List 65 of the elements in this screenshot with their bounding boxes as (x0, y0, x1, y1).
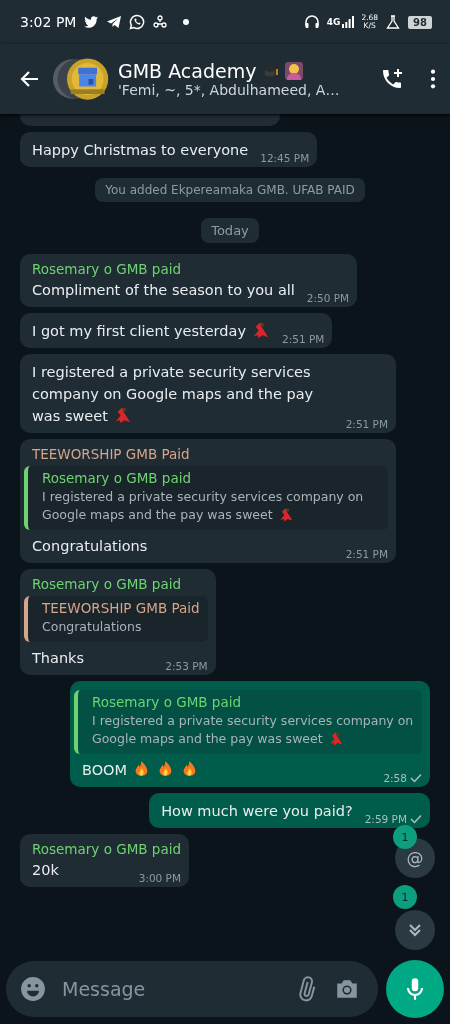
message-text: I got my first client yesterday (32, 320, 270, 342)
message-bubble[interactable]: How much were you paid? 2:59 PM (149, 793, 430, 828)
chat-bubble-icon (129, 14, 146, 30)
message-time: 3:00 PM (138, 872, 181, 884)
message-bubble[interactable]: I got my first client yesterday 2:51 PM (20, 313, 333, 348)
sender-name: TEEWORSHIP GMB Paid (32, 446, 191, 463)
dot-icon (183, 19, 190, 25)
sender-name: Rosemary o GMB paid (32, 576, 182, 593)
network-type: 4G (326, 17, 341, 27)
quoted-message[interactable]: Rosemary o GMB paid I registered a private security services company on Google maps and the pay was sweet (74, 690, 422, 754)
add-call-icon[interactable] (380, 67, 404, 91)
voice-message-button[interactable] (386, 960, 444, 1018)
system-message: You added Ekpereamaka GMB. UFAB PAID (95, 178, 365, 202)
emoji-icon[interactable] (20, 976, 46, 1002)
message-bubble[interactable]: Rosemary o GMB paid 20k 3:00 PM (20, 834, 189, 887)
bird-icon (83, 14, 100, 30)
network-icon (152, 14, 169, 30)
person-figure-icon (284, 61, 305, 81)
message-time: 2:51 PM (345, 548, 388, 560)
message-text: Congratulations (32, 537, 148, 556)
quoted-message[interactable]: TEEWORSHIP GMB Paid Congratulations (24, 596, 208, 642)
quoted-message[interactable]: Rosemary o GMB paid I registered a private security services company on Google maps and the pay was sweet (24, 466, 388, 530)
message-text: Happy Christmas to everyone (32, 141, 249, 160)
group-name[interactable]: GMB Academy (118, 60, 257, 82)
message-time: 2:51 PM (282, 333, 325, 345)
sender-name: Rosemary o GMB paid (32, 841, 181, 858)
message-bubble[interactable]: Rosemary o GMB paid Compliment of the season to you all 2:50 PM (20, 254, 358, 307)
status-time: 3:02 PM (20, 14, 77, 30)
quoted-text: I registered a private security services company on Google maps and the pay was sweet (92, 712, 414, 748)
participants-list[interactable]: 'Femi, ~, 5*, Abdulhameed, A… (118, 82, 374, 98)
message-text: BOOM (82, 759, 200, 781)
unread-count-badge[interactable]: 1 (393, 825, 417, 849)
message-text: Thanks (32, 649, 85, 668)
signal-icon (342, 16, 355, 28)
paper-plane-icon (106, 14, 123, 30)
message-bubble[interactable]: Rosemary o GMB paid I registered a private security services company on Google maps and the pay was sweet BOOM 2:58 (70, 681, 430, 787)
message-time: 2:50 PM (306, 292, 350, 304)
unread-count-badge[interactable]: 1 (393, 885, 417, 909)
message-text: Compliment of the season to you all (32, 281, 295, 300)
message-time: 2:58 (383, 772, 407, 784)
quoted-sender: Rosemary o GMB paid (42, 470, 192, 487)
message-bubble[interactable]: Happy Christmas to everyone 12:45 PM (20, 132, 318, 167)
quoted-sender: TEEWORSHIP GMB Paid (42, 600, 200, 617)
message-bubble[interactable]: TEEWORSHIP GMB Paid Rosemary o GMB paid I registered a private security services company on Google maps and the pay was sweet Congratulations 2:51 PM (20, 439, 396, 563)
message-bubble[interactable]: I registered a private security services company on Google maps and the pay was sweet 2:51 PM (20, 354, 396, 433)
message-time: 12:45 PM (260, 152, 310, 164)
message-bubble[interactable]: Rosemary o GMB paid TEEWORSHIP GMB Paid Congratulations Thanks 2:53 PM (20, 569, 216, 675)
quoted-text: Congratulations (42, 618, 143, 636)
message-time: 2:53 PM (165, 660, 208, 672)
menu-icon[interactable] (430, 68, 436, 90)
scroll-down-button[interactable] (395, 910, 435, 950)
date-chip: Today (201, 218, 259, 243)
message-text: I registered a private security services company on Google maps and the pay was sweet (32, 363, 315, 427)
message-field[interactable]: Message (60, 977, 280, 1001)
headphones-icon (303, 14, 320, 30)
sender-name: Rosemary o GMB paid (32, 261, 182, 278)
quoted-text: I registered a private security services company on Google maps and the pay was sweet (42, 488, 365, 524)
message-time: 2:59 PM (364, 813, 407, 825)
message-text: 20k (32, 861, 59, 880)
flask-icon (385, 14, 402, 30)
message-input-bar[interactable]: Message (6, 961, 378, 1017)
battery-indicator: 98 (408, 15, 432, 29)
message-text: How much were you paid? (161, 802, 353, 821)
quoted-sender: Rosemary o GMB paid (92, 694, 242, 711)
message-time: 2:51 PM (345, 418, 388, 430)
